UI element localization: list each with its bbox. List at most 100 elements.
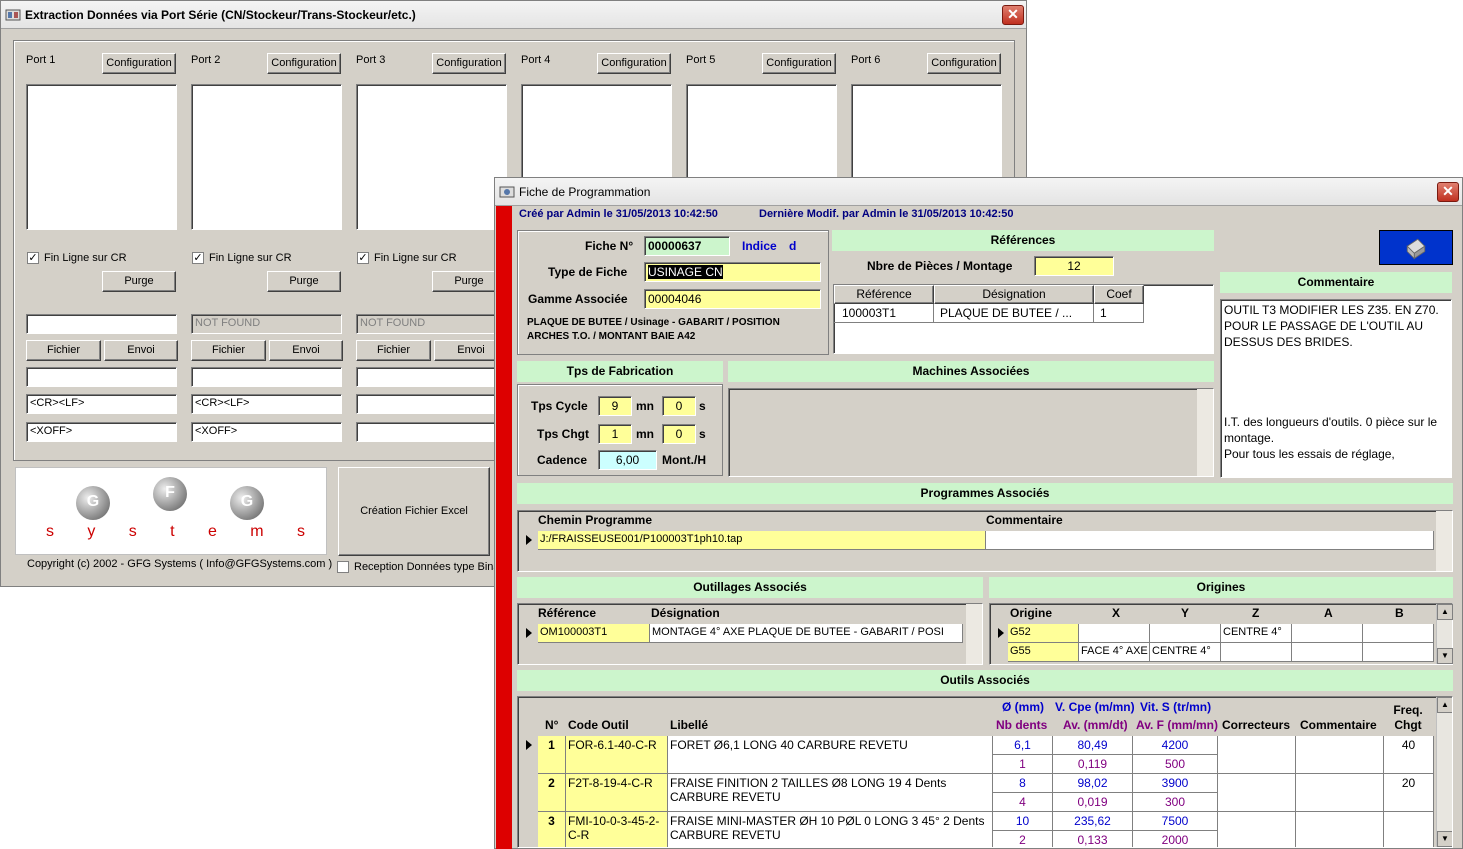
tool-cell-diam[interactable]: 8 [993,774,1053,793]
cr-lf-field[interactable]: <CR><LF> [191,394,342,414]
purge-button[interactable]: Purge [102,271,176,292]
xoff-field[interactable]: <XOFF> [191,422,342,442]
tool-cell-av[interactable]: 0,019 [1053,793,1133,812]
tool-header-nb-dents[interactable]: Nb dents [996,718,1047,732]
tool-cell-nb[interactable]: 2 [993,831,1053,847]
port-output-box[interactable] [356,84,507,230]
tool-header-vcpe[interactable]: V. Cpe (m/mn) [1055,700,1135,714]
origines-scrollbar[interactable]: ▲ ▼ [1436,604,1453,664]
tool-header-n[interactable]: N° [545,718,558,732]
orig-cell[interactable] [1221,643,1292,662]
outil-cell-reference[interactable]: OM100003T1 [538,624,650,643]
tool-cell-vc[interactable]: 80,49 [1053,736,1133,755]
orig-header-origine[interactable]: Origine [1010,606,1052,620]
fin-ligne-checkbox[interactable]: ✓ [27,252,39,264]
ref-header-coef[interactable]: Coef [1094,285,1144,304]
tool-cell-libelle[interactable]: FRAISE FINITION 2 TAILLES Ø8 LONG 19 4 D… [668,774,993,812]
orig-header-b[interactable]: B [1395,606,1404,620]
port-input-field[interactable]: NOT FOUND [191,314,342,334]
xoff-field[interactable] [356,422,507,442]
orig-cell[interactable] [1150,624,1221,643]
fichier-button[interactable]: Fichier [26,340,101,361]
orig-cell[interactable]: FACE 4° AXE [1079,643,1150,662]
tool-header-diam[interactable]: Ø (mm) [1002,700,1044,714]
port-input-field[interactable]: NOT FOUND [356,314,507,334]
tps-cycle-mn[interactable]: 9 [598,396,632,416]
nbre-pieces-field[interactable]: 12 [1034,256,1114,276]
ref-cell-coef[interactable]: 1 [1094,304,1144,323]
tool-cell-vc[interactable]: 235,62 [1053,812,1133,831]
scroll-down-icon[interactable]: ▼ [1437,648,1453,664]
tool-header-correcteurs[interactable]: Correcteurs [1222,718,1290,732]
tool-cell-nb[interactable]: 1 [993,755,1053,774]
fin-ligne-checkbox[interactable]: ✓ [192,252,204,264]
outil-header-reference[interactable]: Référence [538,606,596,620]
fiche-number[interactable]: 00000637 [644,236,730,256]
port-send-field[interactable] [26,367,177,387]
tool-cell-n[interactable]: 1 [538,736,566,774]
tool-cell-libelle[interactable]: FORET Ø6,1 LONG 40 CARBURE REVETU [668,736,993,774]
orig-cell[interactable] [1292,643,1363,662]
machines-scroll[interactable] [1197,389,1213,476]
orig-cell[interactable]: G55 [1008,643,1079,662]
tool-header-av[interactable]: Av. (mm/dt) [1063,718,1128,732]
commentaire-box[interactable]: OUTIL T3 MODIFIER LES Z35. EN Z70. POUR … [1220,299,1452,478]
outil-scroll[interactable] [966,604,982,664]
tool-cell-correcteurs[interactable] [1218,812,1296,847]
excel-button[interactable]: Création Fichier Excel [338,467,490,556]
tool-header-freq[interactable]: Freq. Chgt [1390,703,1426,733]
configuration-button[interactable]: Configuration [102,53,176,74]
outil-cell-designation[interactable]: MONTAGE 4° AXE PLAQUE DE BUTEE - GABARIT… [650,624,963,643]
orig-header-x[interactable]: X [1112,606,1120,620]
tool-cell-n[interactable]: 3 [538,812,566,847]
orig-cell[interactable]: CENTRE 4° [1150,643,1221,662]
orig-header-z[interactable]: Z [1252,606,1259,620]
tool-header-avf[interactable]: Av. F (mm/mn) [1136,718,1218,732]
scroll-up-icon[interactable]: ▲ [1437,604,1453,620]
orig-cell[interactable]: CENTRE 4° [1221,624,1292,643]
orig-cell[interactable]: G52 [1008,624,1079,643]
fichier-button[interactable]: Fichier [356,340,431,361]
envoi-button[interactable]: Envoi [269,340,343,361]
tool-cell-vs[interactable]: 7500 [1133,812,1218,831]
tool-cell-libelle[interactable]: FRAISE MINI-MASTER ØH 10 PØL 0 LONG 3 45… [668,812,993,847]
purge-button[interactable]: Purge [267,271,341,292]
ref-header-reference[interactable]: Référence [834,285,934,304]
outils-scrollbar[interactable]: ▲ ▼ [1436,697,1452,847]
tool-cell-vs[interactable]: 4200 [1133,736,1218,755]
port-output-box[interactable] [26,84,177,230]
prog-header-commentaire[interactable]: Commentaire [986,513,1063,527]
tool-cell-code[interactable]: FOR-6.1-40-C-R [566,736,668,774]
tool-cell-nb[interactable]: 4 [993,793,1053,812]
orig-cell[interactable] [1363,643,1434,662]
tool-cell-diam[interactable]: 6,1 [993,736,1053,755]
tps-cycle-s[interactable]: 0 [662,396,696,416]
orig-cell[interactable] [1079,624,1150,643]
tool-header-code[interactable]: Code Outil [568,718,629,732]
close-icon[interactable]: ✕ [1437,182,1459,202]
ref-cell-reference[interactable]: 100003T1 [834,304,934,323]
port-send-field[interactable] [191,367,342,387]
tool-cell-correcteurs[interactable] [1218,774,1296,812]
tool-cell-commentaire[interactable] [1296,812,1384,847]
tool-cell-av[interactable]: 0,119 [1053,755,1133,774]
tool-cell-vc[interactable]: 98,02 [1053,774,1133,793]
scroll-up-icon[interactable]: ▲ [1437,697,1452,713]
configuration-button[interactable]: Configuration [927,53,1001,74]
configuration-button[interactable]: Configuration [762,53,836,74]
tool-cell-freq[interactable] [1384,812,1434,847]
tool-cell-commentaire[interactable] [1296,736,1384,774]
tool-cell-freq[interactable]: 40 [1384,736,1434,774]
prog-cell-chemin[interactable]: J:/FRAISSEUSE001/P100003T1ph10.tap [538,531,986,550]
tool-cell-commentaire[interactable] [1296,774,1384,812]
tool-cell-n[interactable]: 2 [538,774,566,812]
scroll-down-icon[interactable]: ▼ [1437,831,1452,847]
cr-lf-field[interactable] [356,394,507,414]
orig-cell[interactable] [1363,624,1434,643]
tool-cell-diam[interactable]: 10 [993,812,1053,831]
port-input-field[interactable] [26,314,177,334]
tool-cell-code[interactable]: F2T-8-19-4-C-R [566,774,668,812]
configuration-button[interactable]: Configuration [432,53,506,74]
configuration-button[interactable]: Configuration [597,53,671,74]
port-send-field[interactable] [356,367,507,387]
